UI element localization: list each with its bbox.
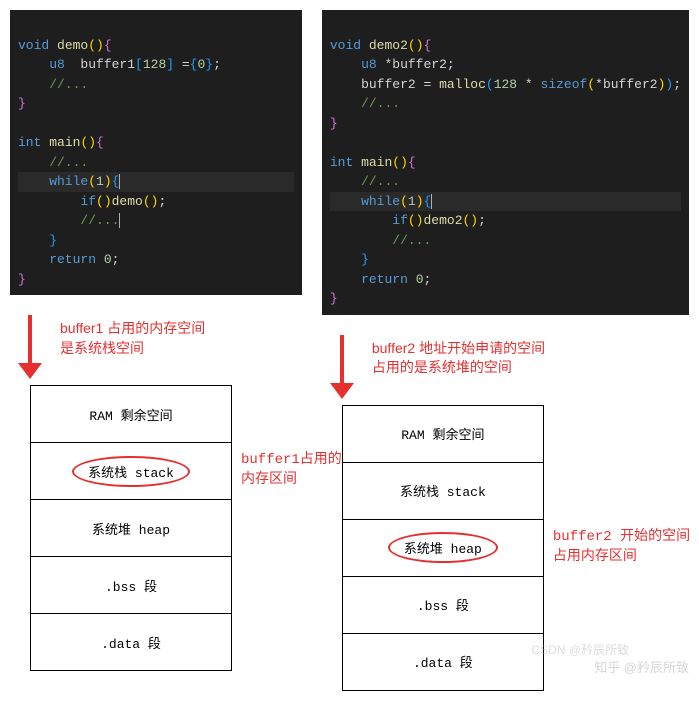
code-text: 0 xyxy=(104,252,112,267)
code-text: } xyxy=(330,291,338,306)
mem-label: 系统栈 stack xyxy=(400,481,486,500)
mem-label: .bss 段 xyxy=(417,595,469,614)
mem-label: .data 段 xyxy=(413,652,473,671)
watermark-csdn: CSDN @矜辰所致 xyxy=(531,641,629,658)
right-column: void demo2(){ u8 *buffer2; buffer2 = mal… xyxy=(322,10,689,691)
mem-label-circled: 系统堆 heap xyxy=(388,532,498,563)
code-text: sizeof xyxy=(541,77,588,92)
code-text: 0 xyxy=(416,272,424,287)
mem-row-data: .data 段 xyxy=(343,634,543,690)
mem-label: RAM 剩余空间 xyxy=(401,424,484,443)
code-text: void xyxy=(18,38,57,53)
code-text: u8 xyxy=(330,57,385,72)
code-text: malloc xyxy=(439,77,486,92)
code-right: void demo2(){ u8 *buffer2; buffer2 = mal… xyxy=(322,10,689,315)
code-text: int xyxy=(18,135,49,150)
mem-row-stack: 系统栈 stack xyxy=(343,463,543,520)
code-text: //... xyxy=(330,174,400,189)
code-text: //... xyxy=(330,96,400,111)
code-text: return xyxy=(330,272,416,287)
mem-row-heap: 系统堆 heap buffer2 开始的空间 占用内存区间 xyxy=(343,520,543,577)
code-text: while xyxy=(330,194,400,209)
code-text: demo xyxy=(57,38,88,53)
code-text: buffer2 = xyxy=(330,77,439,92)
code-text: return xyxy=(18,252,104,267)
code-text: main xyxy=(361,155,392,170)
code-text: demo2 xyxy=(369,38,408,53)
annotation-row-right: buffer2 地址开始申请的空间 占用的是系统堆的空间 xyxy=(322,335,689,400)
code-left: void demo(){ u8 buffer1[128] ={0}; //...… xyxy=(10,10,302,295)
mem-row-ram: RAM 剩余空间 xyxy=(31,386,231,443)
arrow-down-icon xyxy=(322,335,362,400)
memory-table-left: RAM 剩余空间 系统栈 stack buffer1占用的 内存区间 系统堆 h… xyxy=(30,385,232,671)
code-text: int xyxy=(330,155,361,170)
annotation-row-left: buffer1 占用的内存空间 是系统栈空间 xyxy=(10,315,302,380)
code-text: *buffer2 xyxy=(384,57,446,72)
side-annotation-right: buffer2 开始的空间 占用内存区间 xyxy=(553,528,693,567)
mem-label: 系统堆 heap xyxy=(92,519,170,538)
mem-row-bss: .bss 段 xyxy=(31,557,231,614)
code-text: ; xyxy=(424,272,432,287)
mem-row-heap: 系统堆 heap xyxy=(31,500,231,557)
code-text: ; xyxy=(112,252,120,267)
annotation-right: buffer2 地址开始申请的空间 占用的是系统堆的空间 xyxy=(372,335,545,378)
mem-row-data: .data 段 xyxy=(31,614,231,670)
mem-label: RAM 剩余空间 xyxy=(89,405,172,424)
code-text: while xyxy=(18,174,88,189)
memory-table-right: RAM 剩余空间 系统栈 stack 系统堆 heap buffer2 开始的空… xyxy=(342,405,544,691)
mem-row-bss: .bss 段 xyxy=(343,577,543,634)
code-text: u8 xyxy=(18,57,65,72)
code-text: if xyxy=(18,194,96,209)
arrow-down-icon xyxy=(10,315,50,380)
watermark-zhihu: 知乎 @矜辰所致 xyxy=(594,657,689,676)
annotation-left: buffer1 占用的内存空间 是系统栈空间 xyxy=(60,315,205,358)
code-text: } xyxy=(330,116,338,131)
code-text: void xyxy=(330,38,369,53)
mem-label-circled: 系统栈 stack xyxy=(72,456,190,487)
mem-label: .data 段 xyxy=(101,633,161,652)
code-text: } xyxy=(18,272,26,287)
code-text: main xyxy=(49,135,80,150)
code-text: //... xyxy=(18,155,88,170)
mem-row-stack: 系统栈 stack buffer1占用的 内存区间 xyxy=(31,443,231,500)
left-column: void demo(){ u8 buffer1[128] ={0}; //...… xyxy=(10,10,302,691)
code-text: //... xyxy=(18,213,119,228)
code-text: } xyxy=(18,96,26,111)
mem-label: .bss 段 xyxy=(105,576,157,595)
code-text: //... xyxy=(330,233,431,248)
code-text: if xyxy=(330,213,408,228)
code-text: buffer1 xyxy=(65,57,135,72)
code-text: //... xyxy=(18,77,88,92)
mem-row-ram: RAM 剩余空间 xyxy=(343,406,543,463)
